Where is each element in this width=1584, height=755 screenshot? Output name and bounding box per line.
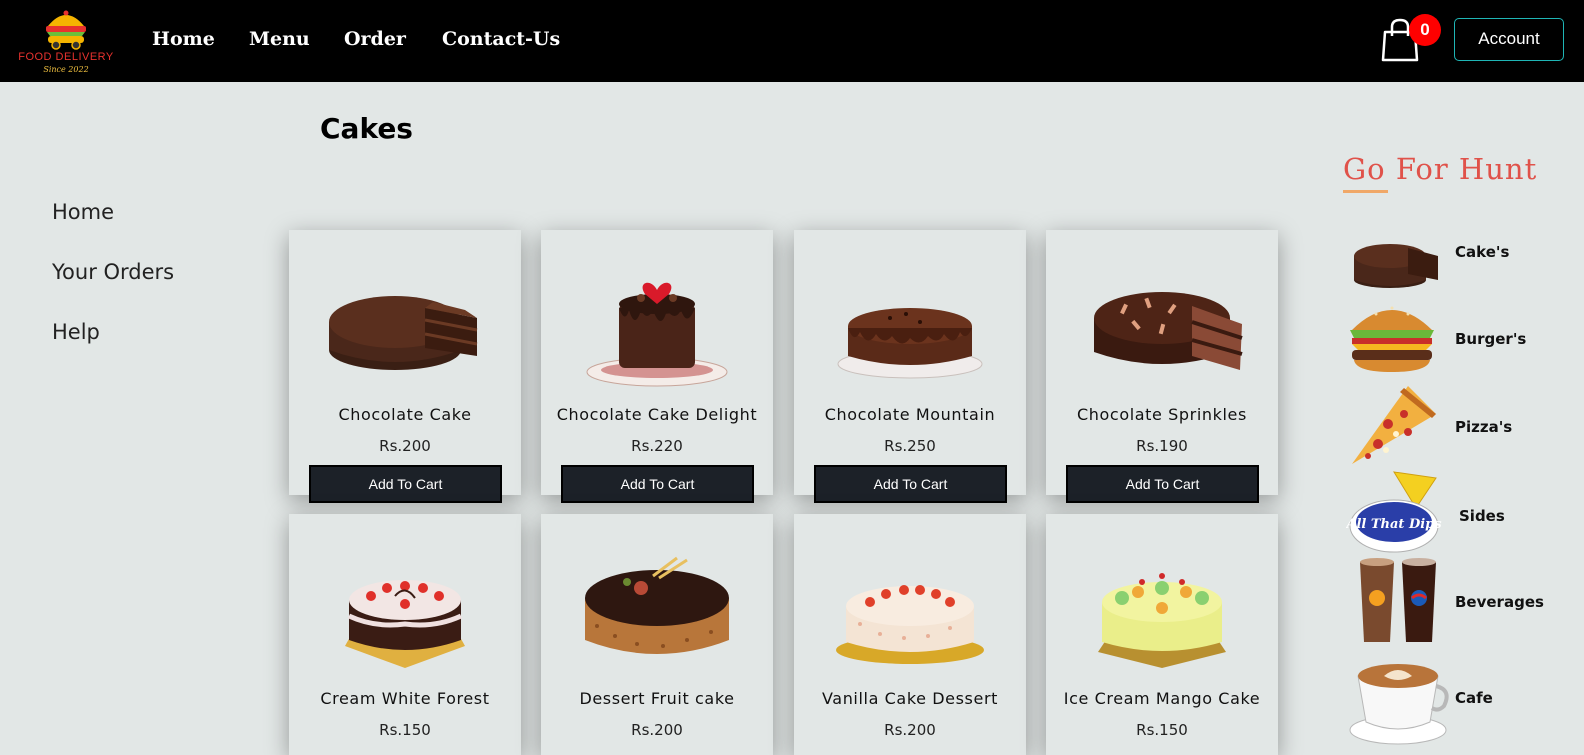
product-card: Chocolate Cake Rs.200 Add To Cart bbox=[289, 230, 521, 503]
cake-icon[interactable] bbox=[1350, 230, 1442, 292]
product-name: Chocolate Cake bbox=[338, 405, 472, 424]
vanilla-cake-icon bbox=[836, 585, 984, 664]
product-card: Chocolate Mountain Rs.250 Add To Cart bbox=[794, 230, 1026, 503]
product-name: Dessert Fruit cake bbox=[579, 689, 735, 708]
logo-text: FOOD DELIVERY bbox=[18, 51, 114, 63]
sidebar-item-help[interactable]: Help bbox=[52, 320, 100, 344]
sidebar-item-home[interactable]: Home bbox=[52, 200, 114, 224]
category-burgers[interactable]: Burger's bbox=[1455, 330, 1526, 348]
mango-cake-icon bbox=[1098, 573, 1226, 668]
product-card: Vanilla Cake Dessert Rs.200 bbox=[794, 514, 1026, 755]
chocolate-cake-slice-icon bbox=[329, 296, 478, 370]
category-beverages[interactable]: Beverages bbox=[1455, 593, 1544, 611]
product-card: Chocolate Sprinkles Rs.190 Add To Cart bbox=[1046, 230, 1278, 503]
category-cafe[interactable]: Cafe bbox=[1455, 689, 1493, 707]
product-name: Ice Cream Mango Cake bbox=[1063, 689, 1261, 708]
product-card: Ice Cream Mango Cake Rs.150 bbox=[1046, 514, 1278, 755]
account-button[interactable]: Account bbox=[1454, 18, 1564, 61]
fruit-cake-icon bbox=[585, 556, 729, 654]
product-name: Chocolate Cake Delight bbox=[556, 405, 758, 424]
product-card: Dessert Fruit cake Rs.200 bbox=[541, 514, 773, 755]
burger-icon[interactable] bbox=[1346, 296, 1438, 374]
product-price: Rs.220 bbox=[631, 437, 683, 455]
product-name: Vanilla Cake Dessert bbox=[821, 689, 998, 708]
product-name: Chocolate Sprinkles bbox=[1077, 405, 1247, 424]
dips-icon[interactable]: All That Dips bbox=[1346, 468, 1442, 554]
go-for-hunt-title: Go For Hunt bbox=[1343, 152, 1538, 186]
cart-count-badge: 0 bbox=[1409, 14, 1441, 46]
page-title: Cakes bbox=[320, 112, 413, 145]
product-price: Rs.200 bbox=[631, 721, 683, 739]
nav-order[interactable]: Order bbox=[344, 28, 406, 50]
product-card: Cream White Forest Rs.150 bbox=[289, 514, 521, 755]
add-to-cart-button[interactable]: Add To Cart bbox=[1066, 465, 1259, 503]
coffee-icon[interactable] bbox=[1348, 656, 1454, 746]
product-name: Chocolate Mountain bbox=[824, 405, 996, 424]
nav-contact-us[interactable]: Contact-Us bbox=[442, 28, 560, 50]
chocolate-heart-cake-icon bbox=[586, 282, 728, 387]
category-cakes[interactable]: Cake's bbox=[1455, 243, 1509, 261]
nav-home[interactable]: Home bbox=[152, 28, 215, 50]
sidebar-item-your-orders[interactable]: Your Orders bbox=[52, 260, 174, 284]
product-price: Rs.150 bbox=[379, 721, 431, 739]
category-pizzas[interactable]: Pizza's bbox=[1455, 418, 1512, 436]
title-underline bbox=[1343, 190, 1388, 193]
logo-since: Since 2022 bbox=[43, 65, 89, 74]
category-sides[interactable]: Sides bbox=[1459, 507, 1505, 525]
nav-menu[interactable]: Menu bbox=[249, 28, 310, 50]
chocolate-drip-cake-icon bbox=[837, 308, 983, 379]
product-card: Chocolate Cake Delight Rs.220 Add To Car… bbox=[541, 230, 773, 503]
product-price: Rs.150 bbox=[1136, 721, 1188, 739]
product-price: Rs.200 bbox=[379, 437, 431, 455]
product-price: Rs.190 bbox=[1136, 437, 1188, 455]
food-delivery-logo[interactable]: FOOD DELIVERY Since 2022 bbox=[18, 4, 114, 76]
product-name: Cream White Forest bbox=[320, 689, 490, 708]
add-to-cart-button[interactable]: Add To Cart bbox=[309, 465, 502, 503]
top-navbar: FOOD DELIVERY Since 2022 Home Menu Order… bbox=[0, 0, 1584, 82]
burger-logo-icon bbox=[46, 10, 86, 50]
beverages-icon[interactable] bbox=[1356, 556, 1440, 646]
svg-text:All That Dips: All That Dips bbox=[1346, 517, 1442, 532]
chocolate-sprinkle-cake-icon bbox=[1094, 292, 1243, 370]
product-price: Rs.250 bbox=[884, 437, 936, 455]
product-price: Rs.200 bbox=[884, 721, 936, 739]
add-to-cart-button[interactable]: Add To Cart bbox=[561, 465, 754, 503]
white-forest-cake-icon bbox=[345, 580, 465, 668]
pizza-icon[interactable] bbox=[1348, 384, 1438, 470]
add-to-cart-button[interactable]: Add To Cart bbox=[814, 465, 1007, 503]
